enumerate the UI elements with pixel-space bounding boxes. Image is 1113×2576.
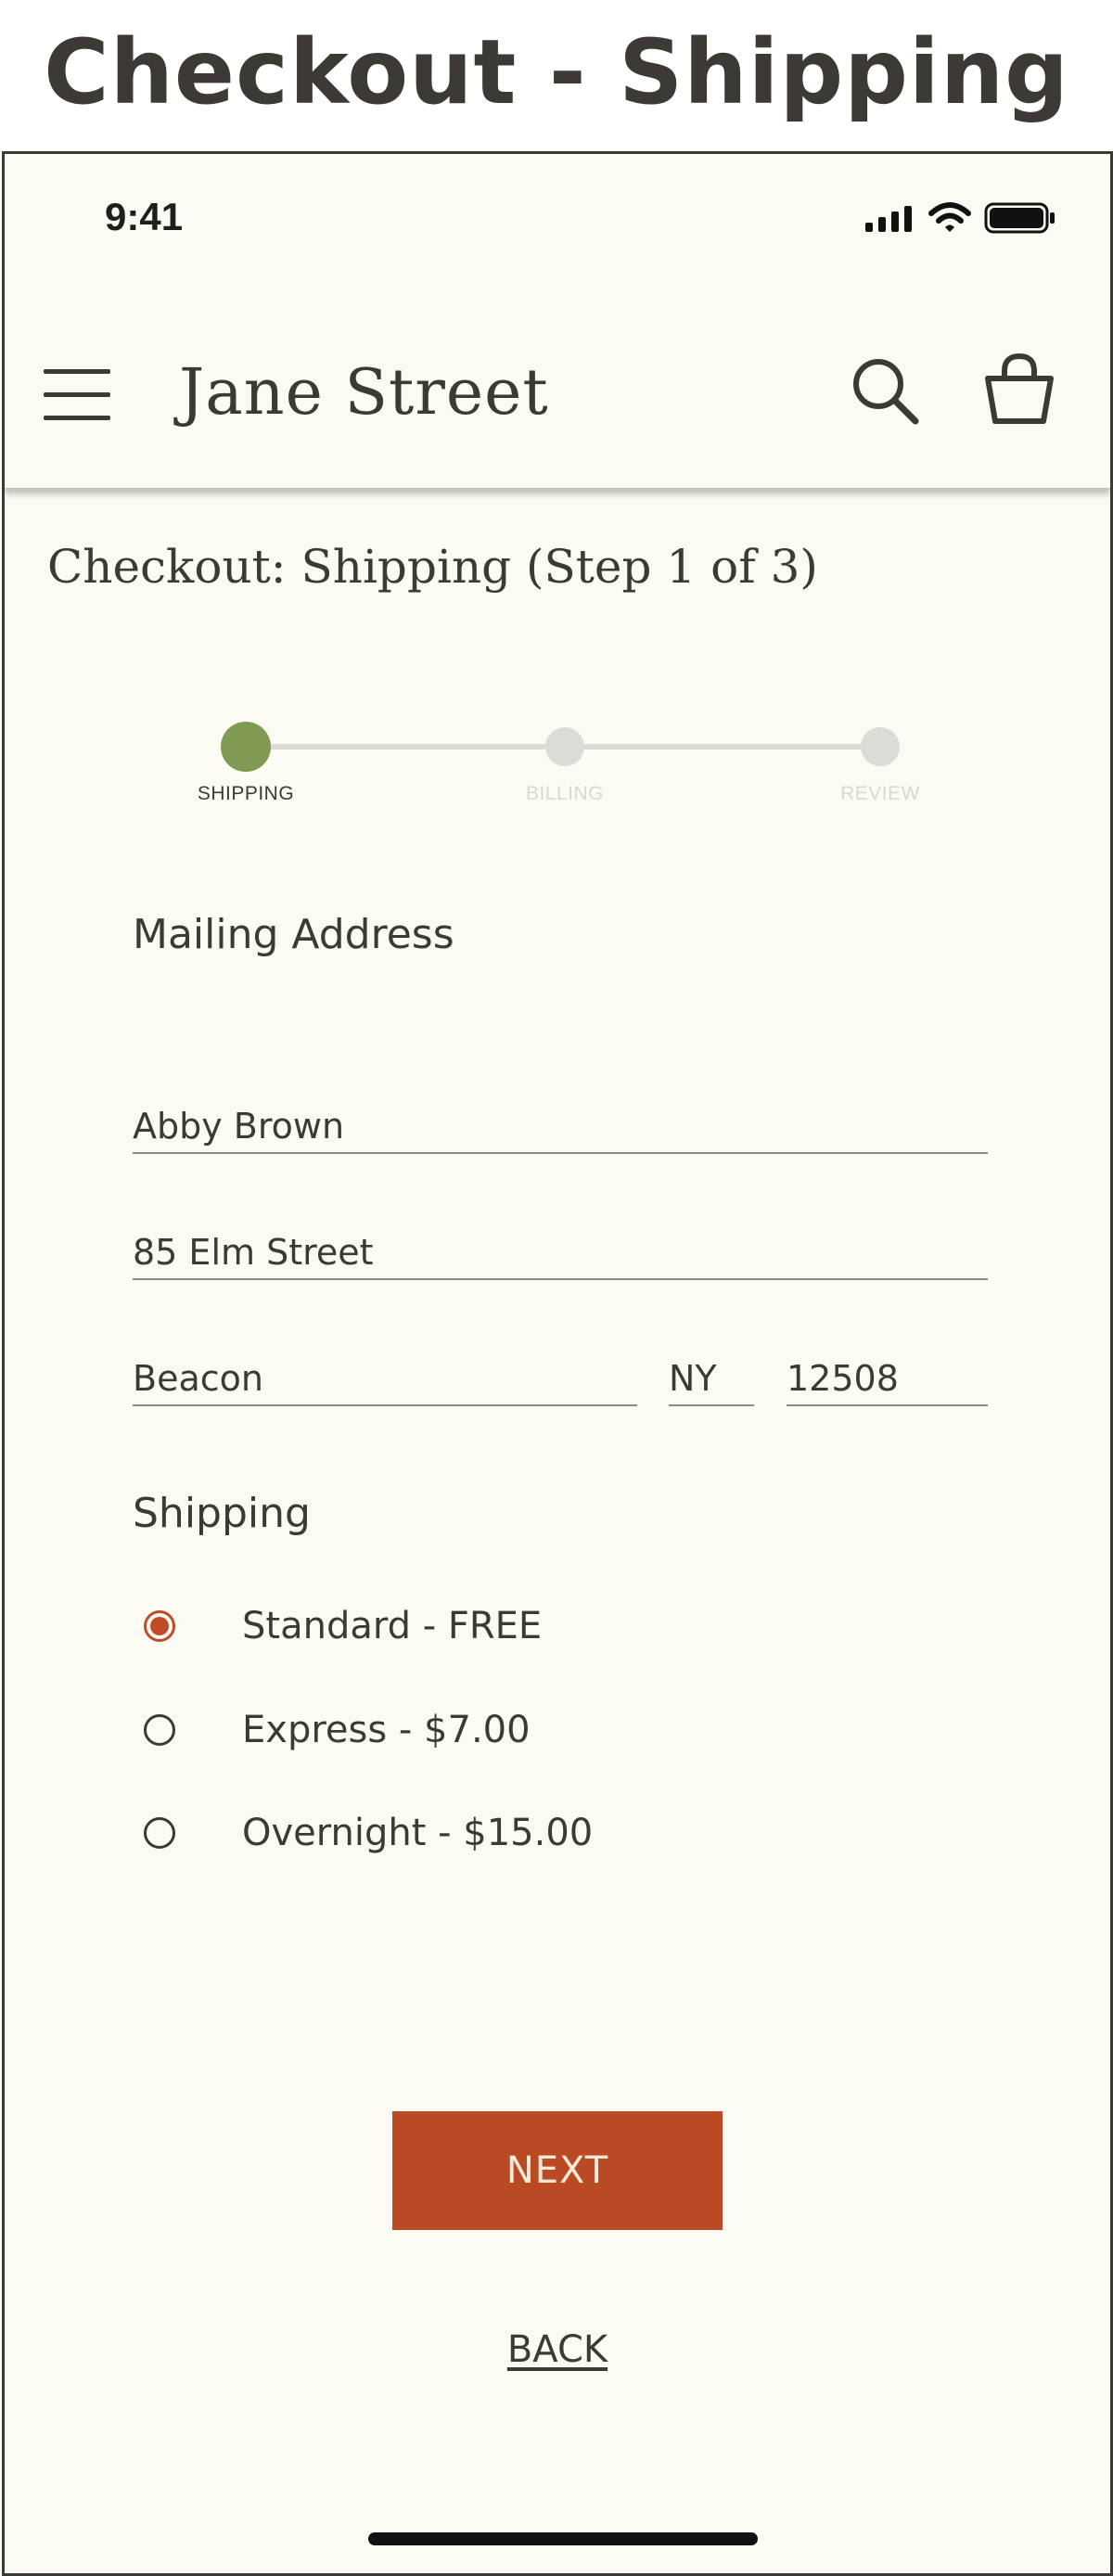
shipping-option-express[interactable]: Express - $7.00 — [144, 1709, 531, 1751]
brand-logo[interactable]: Jane Street — [179, 356, 549, 429]
home-indicator — [368, 2532, 758, 2545]
next-button[interactable]: NEXT — [392, 2111, 723, 2230]
back-link[interactable]: BACK — [507, 2328, 608, 2371]
mailing-address-title: Mailing Address — [133, 911, 454, 958]
city-input[interactable] — [133, 1358, 637, 1399]
shipping-option-overnight[interactable]: Overnight - $15.00 — [144, 1812, 593, 1854]
shopping-bag-icon[interactable] — [984, 352, 1055, 430]
cellular-signal-icon — [864, 204, 915, 236]
step-dot-billing — [545, 727, 584, 766]
radio-standard[interactable] — [144, 1610, 175, 1642]
shipping-option-label: Express - $7.00 — [242, 1709, 531, 1751]
step-label-billing: BILLING — [525, 783, 605, 804]
shipping-option-label: Standard - FREE — [242, 1605, 543, 1647]
name-field[interactable] — [133, 1082, 988, 1154]
radio-express[interactable] — [144, 1714, 175, 1746]
state-input[interactable] — [669, 1358, 754, 1399]
phone-frame: 9:41 Jane Street Checkout: Shipping (Ste… — [2, 151, 1113, 2576]
zip-field[interactable] — [787, 1334, 988, 1406]
street-input[interactable] — [133, 1232, 988, 1273]
status-time: 9:41 — [105, 195, 184, 238]
page-title: Checkout: Shipping (Step 1 of 3) — [47, 540, 818, 594]
shipping-title: Shipping — [133, 1490, 311, 1537]
battery-icon — [984, 202, 1056, 237]
city-field[interactable] — [133, 1334, 637, 1406]
search-icon[interactable] — [851, 356, 921, 430]
menu-icon[interactable] — [44, 367, 112, 427]
wifi-icon — [928, 202, 971, 237]
step-label-review: REVIEW — [840, 783, 920, 804]
street-field[interactable] — [133, 1208, 988, 1280]
page-heading: Checkout - Shipping — [44, 20, 1069, 124]
radio-overnight[interactable] — [144, 1817, 175, 1849]
app-header: Jane Street — [5, 284, 1110, 489]
back-link-row: BACK — [5, 2328, 1110, 2371]
step-label-shipping: SHIPPING — [197, 783, 295, 804]
shipping-option-standard[interactable]: Standard - FREE — [144, 1605, 542, 1647]
step-dot-review — [861, 727, 900, 766]
shipping-option-label: Overnight - $15.00 — [242, 1812, 594, 1854]
zip-input[interactable] — [787, 1358, 988, 1399]
checkout-stepper: SHIPPING BILLING REVIEW — [5, 711, 1110, 804]
status-bar: 9:41 — [5, 154, 1110, 284]
state-field[interactable] — [669, 1334, 754, 1406]
status-icons — [864, 202, 1056, 237]
step-dot-shipping — [221, 722, 271, 772]
name-input[interactable] — [133, 1106, 988, 1147]
